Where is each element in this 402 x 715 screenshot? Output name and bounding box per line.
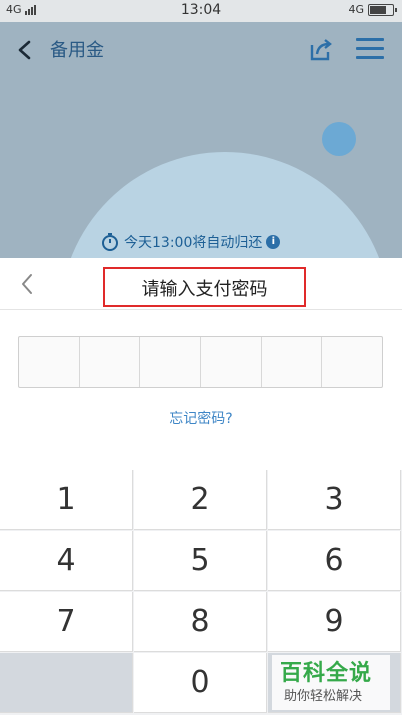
key-blank (0, 653, 133, 713)
page-title: 备用金 (50, 40, 104, 61)
key-9[interactable]: 9 (268, 592, 401, 652)
key-3[interactable]: 3 (268, 470, 401, 530)
battery-icon (368, 3, 397, 16)
sheet-back-icon[interactable] (18, 272, 36, 296)
key-2[interactable]: 2 (134, 470, 267, 530)
watermark-logo: 百科全说 助你轻松解决 (272, 655, 390, 710)
key-5[interactable]: 5 (134, 531, 267, 591)
watermark-sub: 助你轻松解决 (284, 689, 363, 704)
network-type-right: 4G (348, 3, 364, 16)
decorative-dot (322, 122, 356, 156)
password-digit-cell (262, 337, 323, 387)
key-7[interactable]: 7 (0, 592, 133, 652)
status-time: 13:04 (180, 2, 222, 18)
key-1[interactable]: 1 (0, 470, 133, 530)
share-icon[interactable] (308, 37, 334, 63)
password-digit-cell (80, 337, 141, 387)
watermark-main: 百科全说 (280, 661, 373, 686)
battery-fill (370, 5, 386, 14)
forgot-password-link[interactable]: 忘记密码? (0, 408, 402, 428)
timer-icon (102, 233, 118, 251)
password-sheet: 请输入支付密码 忘记密码? (0, 258, 402, 470)
password-digit-cell (322, 337, 382, 387)
password-digit-cell (201, 337, 262, 387)
app-background: 备用金 今天13:00将自动归还 i (0, 22, 402, 258)
key-4[interactable]: 4 (0, 531, 133, 591)
password-digit-cell (140, 337, 202, 387)
info-icon[interactable]: i (266, 235, 281, 249)
app-header: 备用金 (0, 22, 402, 78)
status-bar: 4G 13:04 4G (0, 0, 402, 22)
menu-icon[interactable] (356, 38, 384, 62)
status-right: 4G (348, 3, 397, 16)
password-input[interactable] (18, 336, 383, 388)
title-highlight-box: 请输入支付密码 (103, 267, 306, 307)
key-0[interactable]: 0 (134, 653, 267, 713)
sheet-header: 请输入支付密码 (0, 258, 402, 310)
key-8[interactable]: 8 (134, 592, 267, 652)
password-digit-cell (19, 337, 80, 387)
key-6[interactable]: 6 (268, 531, 401, 591)
sheet-title: 请输入支付密码 (141, 279, 268, 300)
back-arrow-icon[interactable] (14, 38, 36, 62)
auto-return-notice: 今天13:00将自动归还 i (100, 232, 281, 252)
auto-return-text: 今天13:00将自动归还 (124, 235, 263, 251)
